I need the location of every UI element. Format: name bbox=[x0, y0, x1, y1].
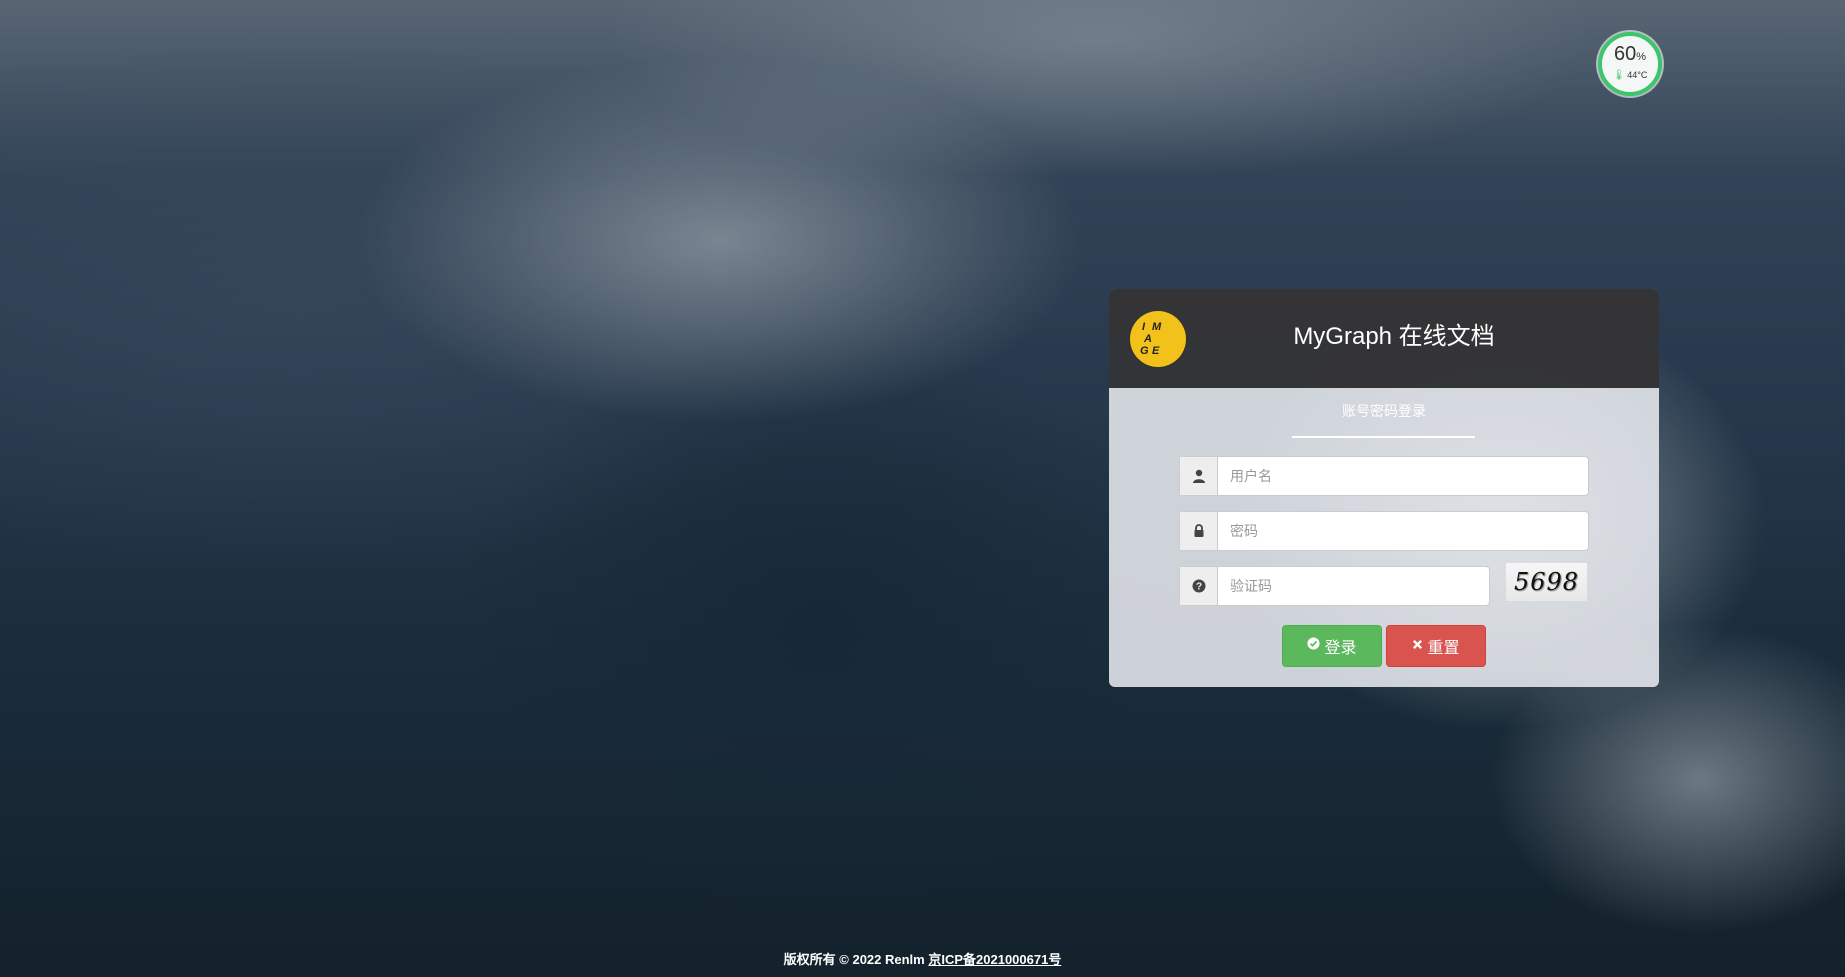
system-status-gauge: 60% 🌡 44°C bbox=[1598, 32, 1662, 96]
password-field bbox=[1179, 511, 1589, 551]
icp-link[interactable]: 京ICP备2021000671号 bbox=[928, 952, 1061, 967]
active-tab-underline bbox=[1292, 436, 1475, 438]
captcha-input[interactable] bbox=[1218, 567, 1489, 605]
tab-account-password-login[interactable]: 账号密码登录 bbox=[1109, 403, 1659, 419]
password-input[interactable] bbox=[1218, 512, 1588, 550]
page-title: MyGraph 在线文档 bbox=[1293, 323, 1495, 350]
captcha-field: ? bbox=[1179, 566, 1490, 606]
temperature-readout: 🌡 44°C bbox=[1612, 70, 1648, 81]
times-icon bbox=[1412, 637, 1423, 655]
user-icon bbox=[1180, 457, 1218, 495]
copyright-text: 版权所有 © 2022 Renlm bbox=[783, 952, 925, 967]
username-field bbox=[1179, 456, 1589, 496]
username-input[interactable] bbox=[1218, 457, 1588, 495]
footer: 版权所有 © 2022 Renlm 京ICP备2021000671号 bbox=[0, 949, 1845, 968]
question-circle-icon: ? bbox=[1180, 567, 1218, 605]
lock-icon bbox=[1180, 512, 1218, 550]
login-panel: I M A G E MyGraph 在线文档 账号密码登录 ? 5698 登录 bbox=[1109, 289, 1659, 687]
battery-percent: 60% bbox=[1613, 43, 1647, 65]
thermometer-icon: 🌡 bbox=[1612, 70, 1626, 81]
captcha-image[interactable]: 5698 bbox=[1506, 563, 1587, 601]
login-panel-header: I M A G E MyGraph 在线文档 bbox=[1109, 289, 1659, 388]
reset-button[interactable]: 重置 bbox=[1386, 625, 1486, 667]
check-circle-icon bbox=[1307, 637, 1321, 655]
login-button[interactable]: 登录 bbox=[1282, 625, 1382, 667]
svg-text:?: ? bbox=[1195, 582, 1201, 593]
